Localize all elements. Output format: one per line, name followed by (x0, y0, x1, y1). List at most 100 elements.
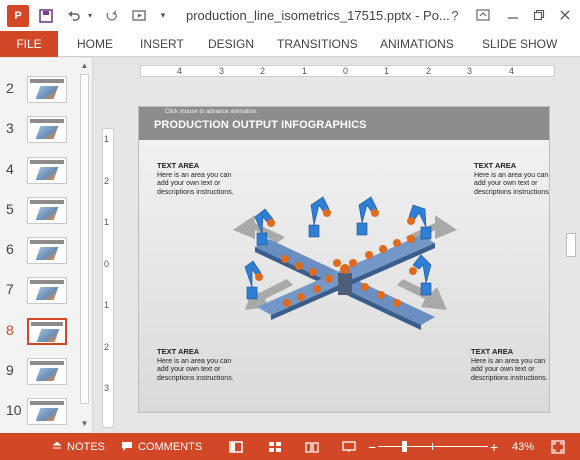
slide-sorter-icon[interactable] (268, 433, 282, 460)
scrollbar-thumb[interactable] (80, 74, 89, 404)
ruler-tick: 1 (104, 217, 110, 227)
text-area-heading: TEXT AREA (157, 161, 200, 170)
normal-view-icon[interactable] (229, 433, 243, 460)
animation-hint: Click mouse to advance animation. (165, 109, 259, 115)
slide-preview[interactable] (27, 197, 67, 224)
thumbnail-scrollbar[interactable]: ▲ ▼ (78, 60, 90, 430)
tab-slide-show[interactable]: SLIDE SHOW (482, 31, 557, 57)
ruler-tick: 3 (104, 383, 110, 393)
ruler-tick: 1 (302, 66, 308, 76)
close-icon[interactable] (554, 4, 576, 26)
ruler-tick: 4 (177, 66, 183, 76)
slide-preview-selected[interactable] (27, 318, 67, 345)
ruler-tick: 2 (426, 66, 432, 76)
slide-number: 2 (6, 80, 14, 96)
title-bar: P ▾ ▾ production_line_isometrics_17515.p… (0, 0, 580, 31)
tab-file[interactable]: FILE (0, 31, 58, 57)
ruler-tick: 2 (104, 176, 110, 186)
slide-thumbnail-2[interactable]: 2 (0, 74, 76, 108)
minimize-icon[interactable] (502, 4, 524, 26)
zoom-out-button[interactable]: − (368, 433, 376, 460)
slide-number: 9 (6, 362, 14, 378)
ruler-tick: 1 (384, 66, 390, 76)
slide-preview[interactable] (27, 157, 67, 184)
slide-preview[interactable] (27, 277, 67, 304)
slide-thumbnail-9[interactable]: 9 (0, 356, 76, 390)
text-area-heading: TEXT AREA (157, 347, 200, 356)
notes-button[interactable]: NOTES (52, 433, 105, 460)
slide-number: 5 (6, 201, 14, 217)
undo-dropdown-icon[interactable]: ▾ (85, 5, 95, 27)
ribbon-display-options-icon[interactable] (472, 4, 494, 26)
slide-preview[interactable] (27, 237, 67, 264)
restore-icon[interactable] (528, 4, 550, 26)
tab-insert[interactable]: INSERT (140, 31, 184, 57)
ribbon-tabs: FILE HOME INSERT DESIGN TRANSITIONS ANIM… (0, 31, 580, 57)
text-area-heading: TEXT AREA (474, 161, 517, 170)
help-button[interactable]: ? (444, 4, 466, 26)
slide-preview[interactable] (27, 76, 67, 103)
slide-title[interactable]: PRODUCTION OUTPUT INFOGRAPHICS (154, 119, 367, 131)
slide-thumbnail-8[interactable]: 8 (0, 316, 76, 350)
ruler-tick: 3 (467, 66, 473, 76)
editor-scrollbar[interactable] (564, 68, 578, 431)
slide-show-icon[interactable] (342, 433, 356, 460)
fit-to-window-icon[interactable] (551, 433, 565, 460)
horizontal-ruler: 4 3 2 1 0 1 2 3 4 (140, 65, 555, 77)
ruler-tick: 4 (509, 66, 515, 76)
slide-thumbnail-10[interactable]: 10 (0, 396, 76, 430)
text-area-heading: TEXT AREA (471, 347, 514, 356)
redo-icon[interactable] (101, 5, 123, 27)
slide-number: 7 (6, 281, 14, 297)
zoom-slider-knob[interactable] (402, 441, 407, 452)
tab-home[interactable]: HOME (77, 31, 113, 57)
ruler-tick: 2 (104, 342, 110, 352)
comments-icon (122, 442, 132, 451)
ruler-tick: 0 (104, 259, 110, 269)
slide-thumbnail-3[interactable]: 3 (0, 114, 76, 148)
vertical-ruler: 1 2 1 0 1 2 3 (102, 128, 114, 428)
center-post (338, 273, 352, 295)
slide-preview[interactable] (27, 116, 67, 143)
text-area-top-right[interactable]: TEXT AREA Here is an area you can add yo… (474, 161, 550, 197)
customize-toolbar-icon[interactable]: ▾ (157, 5, 169, 27)
tab-design[interactable]: DESIGN (208, 31, 254, 57)
reading-view-icon[interactable] (305, 433, 319, 460)
powerpoint-logo-icon: P (7, 4, 29, 27)
scroll-up-icon[interactable]: ▲ (79, 60, 90, 71)
zoom-slider-track[interactable] (378, 446, 488, 447)
text-area-bottom-right[interactable]: TEXT AREA Here is an area you can add yo… (471, 347, 549, 383)
zoom-percent[interactable]: 43% (512, 433, 534, 460)
notes-label: NOTES (67, 440, 105, 453)
slide-number: 4 (6, 161, 14, 177)
ruler-tick: 1 (104, 300, 110, 310)
slide-thumbnail-7[interactable]: 7 (0, 275, 76, 309)
text-area-bottom-left[interactable]: TEXT AREA Here is an area you can add yo… (157, 347, 237, 383)
scrollbar-thumb[interactable] (566, 233, 576, 257)
slide-number: 6 (6, 241, 14, 257)
current-slide[interactable]: Click mouse to advance animation. PRODUC… (138, 106, 550, 413)
comments-button[interactable]: COMMENTS (121, 433, 202, 460)
slide-thumbnail-5[interactable]: 5 (0, 195, 76, 229)
tab-transitions[interactable]: TRANSITIONS (277, 31, 358, 57)
save-icon[interactable] (35, 5, 57, 27)
slide-preview[interactable] (27, 398, 67, 425)
slide-thumbnail-4[interactable]: 4 (0, 155, 76, 189)
production-line-illustration[interactable] (225, 175, 465, 335)
ruler-tick: 0 (343, 66, 349, 76)
scroll-down-icon[interactable]: ▼ (79, 418, 90, 429)
slide-preview[interactable] (27, 358, 67, 385)
undo-icon[interactable] (63, 5, 85, 27)
start-from-beginning-icon[interactable] (129, 5, 151, 27)
slide-editing-area: 4 3 2 1 0 1 2 3 4 1 2 1 0 1 2 3 Click mo… (95, 58, 580, 433)
zoom-slider-center-mark (432, 443, 433, 450)
text-area-body: Here is an area you can add your own tex… (471, 357, 548, 382)
notes-icon (53, 441, 61, 448)
tab-animations[interactable]: ANIMATIONS (380, 31, 454, 57)
slide-thumbnail-6[interactable]: 6 (0, 235, 76, 269)
text-area-body: Here is an area you can add your own tex… (474, 171, 550, 196)
ruler-tick: 2 (260, 66, 266, 76)
zoom-in-button[interactable]: + (490, 433, 498, 460)
status-bar: NOTES COMMENTS − + 43% (0, 433, 580, 460)
ruler-tick: 1 (104, 134, 110, 144)
